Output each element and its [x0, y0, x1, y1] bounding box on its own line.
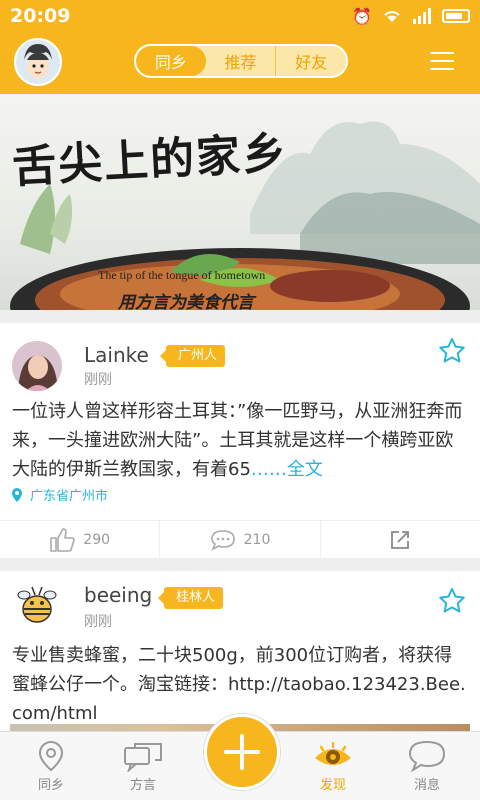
post-avatar-photo — [12, 341, 62, 391]
app-screen: 20:09 ⏰ 同乡 推荐 好友 舌尖上的家乡 The tip of the t… — [0, 0, 480, 800]
post-text: 一位诗人曾这样形容土耳其：”像一匹野马，从亚洲狂奔而来，一头撞进欧洲大陆”。土耳… — [12, 401, 463, 480]
bee-avatar-icon — [12, 581, 62, 631]
tab-label: 方言 — [129, 778, 156, 793]
alarm-icon: ⏰ — [352, 6, 372, 26]
tab-dialect-nav[interactable]: 方言 — [108, 732, 178, 800]
favorite-star-icon[interactable] — [438, 337, 466, 365]
post-actions: 290 210 — [0, 520, 480, 558]
like-button[interactable]: 290 — [0, 521, 159, 558]
location-text: 广东省广州市 — [30, 489, 109, 504]
thumbs-up-icon — [50, 527, 76, 552]
wifi-icon — [384, 11, 400, 22]
post-time: 刚刚 — [84, 614, 112, 630]
hometown-badge: 广州人 — [159, 345, 226, 367]
tab-label: 发现 — [319, 778, 346, 793]
status-time: 20:09 — [10, 5, 71, 27]
tab-friends[interactable]: 好友 — [275, 46, 346, 76]
eye-icon — [315, 741, 351, 765]
post-username[interactable]: Lainke — [84, 343, 149, 367]
location-pin-icon — [38, 740, 64, 772]
status-bar: 20:09 ⏰ — [0, 0, 480, 32]
status-icons: ⏰ — [352, 7, 470, 26]
tab-hometown-nav[interactable]: 同乡 — [16, 732, 86, 800]
post-card[interactable]: Lainke 广州人 刚刚 一位诗人曾这样形容土耳其：”像一匹野马，从亚洲狂奔而… — [0, 323, 480, 558]
tab-messages-nav[interactable]: 消息 — [392, 732, 462, 800]
promo-banner[interactable]: 舌尖上的家乡 The tip of the tongue of hometown… — [0, 94, 480, 310]
banner-subtitle-en: The tip of the tongue of hometown — [98, 268, 266, 282]
hamburger-menu-icon[interactable] — [430, 52, 454, 72]
tab-recommend[interactable]: 推荐 — [206, 46, 276, 76]
battery-icon — [442, 9, 470, 23]
comment-button[interactable]: 210 — [159, 521, 319, 558]
post-avatar[interactable] — [12, 581, 62, 631]
banner-slogan: 用方言为美食代言 — [118, 293, 254, 310]
post-avatar[interactable] — [12, 341, 62, 391]
hometown-badge: 桂林人 — [157, 587, 224, 609]
share-button[interactable] — [319, 521, 480, 558]
post-location[interactable]: 广东省广州市 — [12, 485, 108, 504]
comment-bubble-icon — [210, 529, 235, 551]
tab-discover-nav[interactable]: 发现 — [298, 732, 368, 800]
location-pin-icon — [12, 487, 22, 502]
chat-bubbles-icon — [124, 743, 162, 772]
like-count: 290 — [83, 531, 111, 548]
tab-hometown[interactable]: 同乡 — [136, 46, 206, 76]
signal-icon — [413, 8, 431, 24]
share-icon — [391, 530, 410, 549]
comment-count: 210 — [243, 531, 271, 548]
create-post-plus-button[interactable] — [204, 714, 280, 790]
user-avatar[interactable] — [14, 38, 62, 86]
tab-label: 消息 — [413, 778, 440, 793]
post-username[interactable]: beeing — [84, 583, 152, 607]
feed-segment-control: 同乡 推荐 好友 — [134, 44, 348, 78]
post-body[interactable]: 一位诗人曾这样形容土耳其：”像一匹野马，从亚洲狂奔而来，一头撞进欧洲大陆”。土耳… — [12, 397, 468, 484]
message-bubble-icon — [408, 740, 446, 772]
post-card[interactable]: beeing 桂林人 刚刚 专业售卖蜂蜜，二十块500g，前300位订购者，将获… — [0, 571, 480, 731]
favorite-star-icon[interactable] — [438, 587, 466, 615]
post-time: 刚刚 — [84, 372, 112, 388]
read-more-link[interactable]: ……全文 — [251, 459, 323, 480]
app-header: 同乡 推荐 好友 — [0, 32, 480, 94]
tab-label: 同乡 — [37, 778, 64, 793]
avatar-illustration — [16, 40, 60, 84]
